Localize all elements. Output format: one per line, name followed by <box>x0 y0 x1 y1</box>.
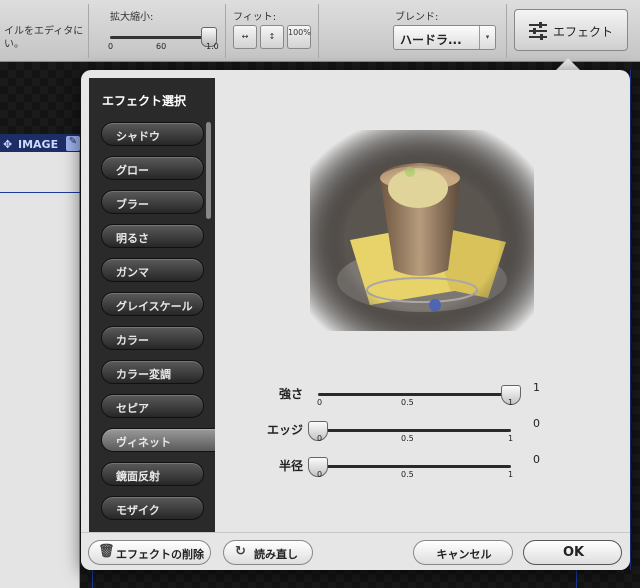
zoom-tick: 60 <box>156 42 167 51</box>
effect-item-label: カラー変調 <box>116 368 171 381</box>
slider-tick: 1 <box>508 434 514 443</box>
popover-footer: 🗑 エフェクトの削除 ↻ 読み直し キャンセル OK <box>81 532 630 570</box>
ok-label: OK <box>562 545 585 560</box>
fit-width-button[interactable]: ↔ <box>233 25 257 49</box>
effect-item[interactable]: 明るさ <box>101 224 204 248</box>
effect-preview-image <box>310 130 534 331</box>
effect-item[interactable]: 鏡面反射 <box>101 462 204 486</box>
effect-item[interactable]: モザイク <box>101 496 204 520</box>
toolbar-divider <box>225 4 226 58</box>
guide-line <box>630 70 631 570</box>
slider-tick: 1 <box>508 398 514 407</box>
blend-mode-select[interactable]: ハードラ... ▾ <box>393 25 496 50</box>
slider-label: 強さ <box>278 387 303 401</box>
cancel-button[interactable]: キャンセル <box>413 540 513 565</box>
trash-icon: 🗑 <box>98 544 115 559</box>
slider-label: 半径 <box>278 459 303 473</box>
fit-width-icon: ↔ <box>241 32 249 41</box>
zoom-tick: 1.0 <box>206 42 219 51</box>
toolbar-divider <box>88 4 89 58</box>
zoom-tick: 0 <box>108 42 114 51</box>
effect-item-label: 明るさ <box>116 232 149 245</box>
blend-mode-value: ハードラ... <box>400 33 462 47</box>
effect-item-label: カラー <box>116 334 149 347</box>
effect-item[interactable]: グレイスケール <box>101 292 204 316</box>
effect-item[interactable]: セピア <box>101 394 204 418</box>
delete-effect-label: エフェクトの削除 <box>116 548 204 561</box>
slider-track[interactable] <box>318 429 511 432</box>
effect-item-label: ブラー <box>116 198 149 211</box>
effect-item[interactable]: ブラー <box>101 190 204 214</box>
blend-label: ブレンド: <box>395 12 439 23</box>
slider-tick: 0.5 <box>401 434 414 443</box>
pencil-icon[interactable]: ✎ <box>66 136 80 151</box>
effect-list-title: エフェクト選択 <box>101 94 186 108</box>
slider-tick: 0.5 <box>401 470 414 479</box>
effect-item-label: ヴィネット <box>116 436 171 449</box>
toolbar-divider <box>506 4 507 58</box>
effect-button[interactable]: エフェクト <box>514 9 628 51</box>
toolbar-divider <box>318 4 319 58</box>
effect-popover: エフェクト選択 シャドウグローブラー明るさガンマグレイスケール カラーカラー変調セ… <box>81 70 630 570</box>
slider-tick: 1 <box>508 470 514 479</box>
slider-tick: 0 <box>317 434 323 443</box>
effect-item[interactable]: カラー変調 <box>101 360 204 384</box>
effect-item-label: 鏡面反射 <box>116 470 160 483</box>
slider-row: エッジ 0 0 0.5 1 <box>261 417 561 451</box>
slider-value: 0 <box>533 417 540 430</box>
effect-item-label: グロー <box>116 164 149 177</box>
fit-100-button[interactable]: 100% <box>287 25 311 49</box>
effect-item-label: セピア <box>116 402 149 415</box>
guide-line <box>0 192 80 193</box>
guide-line <box>92 570 93 588</box>
ok-button[interactable]: OK <box>523 540 622 565</box>
effect-item[interactable]: グロー <box>101 156 204 180</box>
effect-item[interactable]: ヴィネット <box>101 428 215 452</box>
slider-row: 強さ 1 0 0.5 1 <box>261 381 561 415</box>
effect-list-scrollbar[interactable] <box>206 122 211 219</box>
fit-height-icon: ↕ <box>268 32 276 41</box>
zoom-label: 拡大縮小: <box>110 12 154 23</box>
dessert-photo <box>310 130 534 331</box>
reload-button[interactable]: ↻ 読み直し <box>223 540 313 565</box>
effect-item-label: シャドウ <box>116 130 160 143</box>
toolbar: イルをエディタに い。 拡大縮小: 0 60 1.0 フィット: ↔ ↕ 100… <box>0 0 640 62</box>
chevron-down-icon: ▾ <box>479 26 495 49</box>
slider-value: 1 <box>533 381 540 394</box>
slider-track[interactable] <box>318 465 511 468</box>
fit-height-button[interactable]: ↕ <box>260 25 284 49</box>
slider-track[interactable] <box>318 393 511 396</box>
effect-item[interactable]: ガンマ <box>101 258 204 282</box>
effect-item[interactable]: シャドウ <box>101 122 204 146</box>
slider-tick: 0 <box>317 398 323 407</box>
image-layer-area <box>0 152 80 588</box>
sliders-icon <box>529 22 547 40</box>
image-layer-bar[interactable]: ✥ IMAGE ✎ <box>0 134 80 154</box>
reload-label: 読み直し <box>254 548 298 561</box>
toolbar-hint: イルをエディタに い。 <box>4 26 84 50</box>
image-layer-label: IMAGE <box>18 138 59 151</box>
effect-button-label: エフェクト <box>553 25 614 39</box>
move-icon[interactable]: ✥ <box>3 138 12 151</box>
effect-item-label: ガンマ <box>116 266 149 279</box>
slider-tick: 0 <box>317 470 323 479</box>
cancel-label: キャンセル <box>436 548 492 561</box>
effect-item-label: モザイク <box>116 504 160 517</box>
effect-list-panel: エフェクト選択 シャドウグローブラー明るさガンマグレイスケール カラーカラー変調セ… <box>89 78 215 540</box>
fit-label: フィット: <box>233 12 277 23</box>
effect-item[interactable]: カラー <box>101 326 204 350</box>
refresh-icon: ↻ <box>235 544 246 559</box>
slider-label: エッジ <box>266 423 303 437</box>
slider-row: 半径 0 0 0.5 1 <box>261 453 561 487</box>
fit-100-label: 100% <box>288 28 311 37</box>
effect-item-label: グレイスケール <box>116 300 193 313</box>
slider-value: 0 <box>533 453 540 466</box>
delete-effect-button[interactable]: 🗑 エフェクトの削除 <box>88 540 211 565</box>
slider-tick: 0.5 <box>401 398 414 407</box>
guide-line <box>576 570 577 588</box>
